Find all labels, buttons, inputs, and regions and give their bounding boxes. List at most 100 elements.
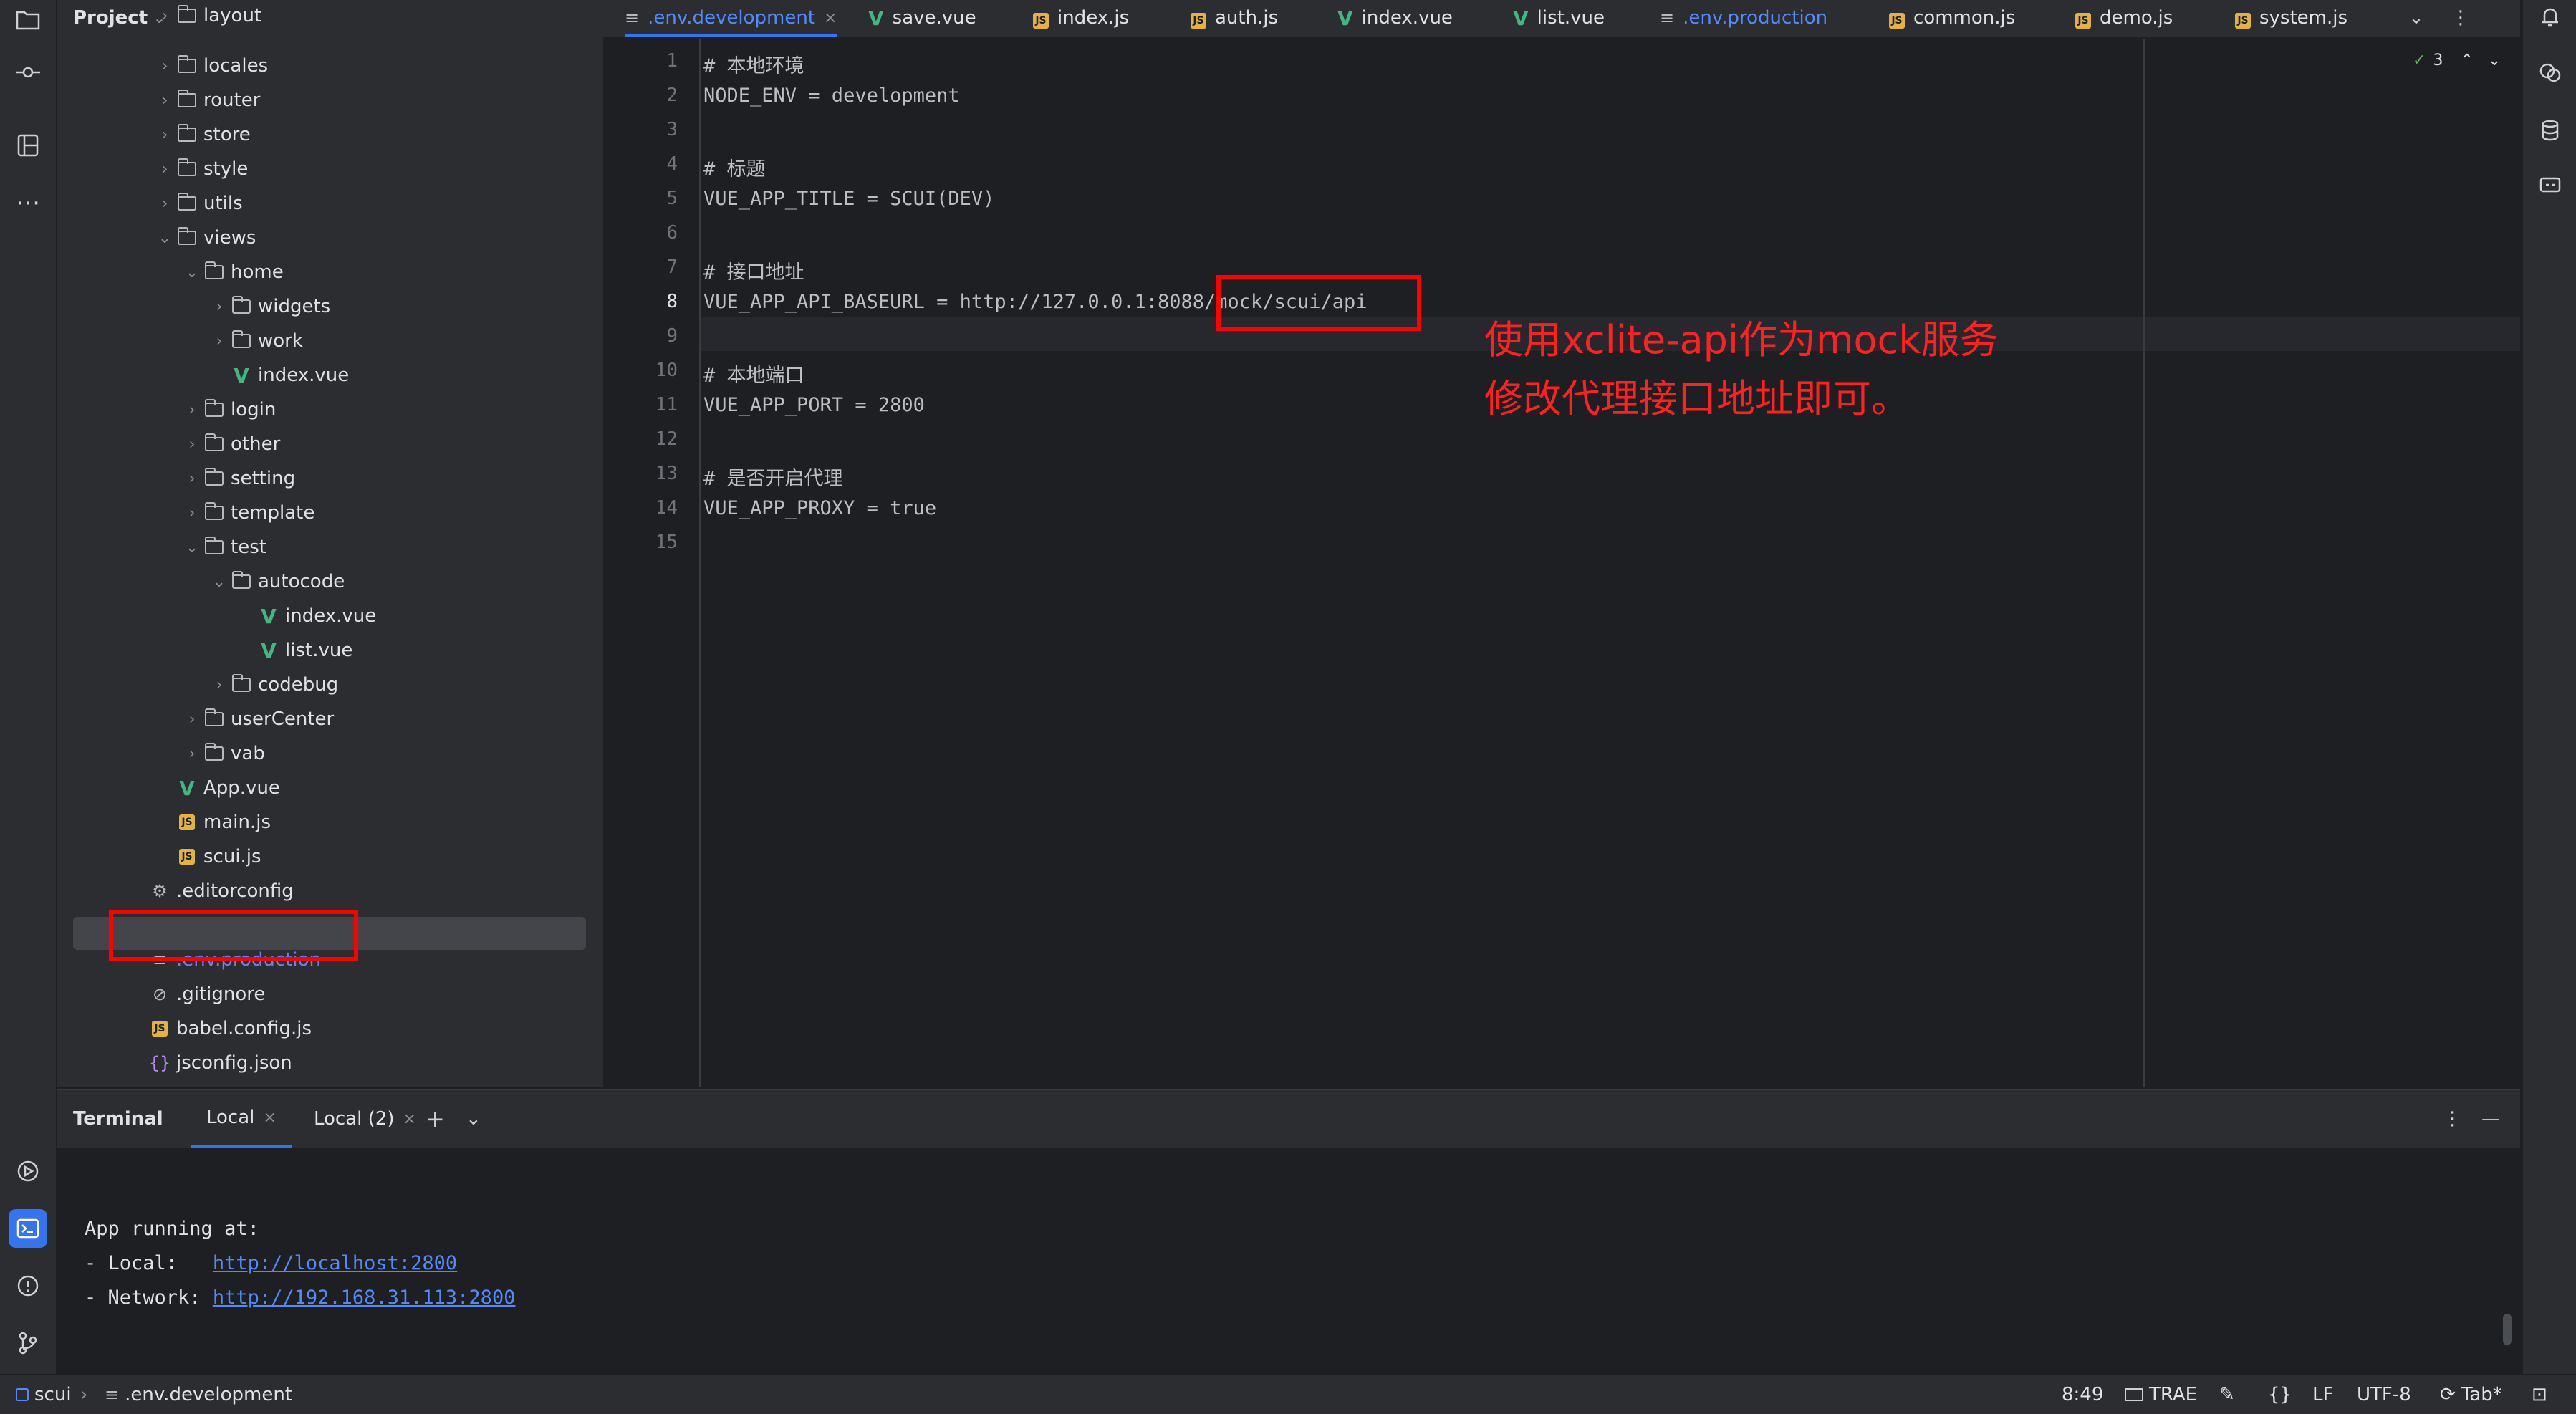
chevron-icon[interactable]: ⌄	[182, 539, 202, 557]
more-tools-icon[interactable]: ⋯	[9, 183, 47, 222]
tree-folder[interactable]: › codebug	[209, 668, 338, 702]
tree-folder[interactable]: › locales	[155, 49, 268, 83]
chevron-icon[interactable]: ⌄	[209, 573, 229, 591]
tree-folder[interactable]: › vab	[182, 736, 265, 771]
tab-list-vue[interactable]: Vlist.vue	[1513, 0, 1605, 36]
caret-position[interactable]: 8:49	[2062, 1375, 2103, 1414]
tree-file[interactable]: ⚙ .editorconfig	[128, 874, 294, 908]
terminal-icon[interactable]	[9, 1209, 47, 1248]
tree-folder[interactable]: › login	[182, 393, 276, 427]
tree-file[interactable]: Vindex.vue	[209, 358, 349, 393]
tree-folder[interactable]: ⌄ test	[182, 530, 266, 564]
terminal-local-link[interactable]: http://localhost:2800	[213, 1252, 457, 1274]
chevron-down-icon[interactable]: ⌄	[2488, 52, 2501, 69]
lock-icon[interactable]: ⊡	[2532, 1375, 2547, 1414]
status-trae[interactable]: TRAE	[2125, 1375, 2197, 1414]
git-branch-icon[interactable]	[9, 1324, 47, 1362]
code-editor[interactable]: # 本地环境 NODE_ENV = development # 标题 VUE_APP_…	[701, 39, 2520, 1087]
tab-demo-js[interactable]: JS demo.js	[2075, 0, 2173, 36]
tab-menu-icon[interactable]: ⋮	[2451, 0, 2470, 36]
structure-icon[interactable]	[9, 126, 47, 165]
chevron-icon[interactable]: ›	[155, 92, 175, 110]
terminal-tab-2[interactable]: Local (2) ×	[298, 1090, 432, 1148]
tree-folder[interactable]: › other	[182, 427, 280, 461]
tree-file[interactable]: JS main.js	[155, 805, 271, 840]
inspection-widget[interactable]: ✓ 3 ⌃ ⌄	[2413, 52, 2501, 69]
tree-file[interactable]: ⊘ .gitignore	[128, 977, 265, 1011]
chevron-icon[interactable]: ›	[209, 676, 229, 694]
tab-save-vue[interactable]: Vsave.vue	[868, 0, 976, 36]
chevron-icon[interactable]: ›	[155, 195, 175, 213]
chevron-icon[interactable]: ›	[182, 436, 202, 453]
tree-folder[interactable]: ⌄ autocode	[209, 564, 345, 599]
close-icon[interactable]: ×	[263, 1109, 276, 1127]
tree-file[interactable]: JS babel.config.js	[128, 1011, 312, 1046]
chevron-icon[interactable]: ›	[155, 126, 175, 144]
tree-folder[interactable]: › style	[155, 152, 248, 186]
tree-file[interactable]: Vlist.vue	[236, 633, 352, 668]
commit-icon[interactable]	[9, 53, 47, 92]
tree-folder[interactable]: › router	[155, 83, 260, 117]
chevron-icon[interactable]: ›	[182, 711, 202, 728]
terminal-tab-1[interactable]: Local ×	[191, 1090, 292, 1148]
terminal-scrollbar[interactable]	[2503, 1314, 2512, 1345]
tree-file[interactable]: JS scui.js	[155, 840, 261, 874]
chevron-icon[interactable]: ›	[182, 470, 202, 488]
new-terminal-plus-icon[interactable]: +	[426, 1090, 445, 1148]
status-breadcrumb-file[interactable]: ≡ .env.development	[105, 1375, 292, 1414]
tree-folder[interactable]: › setting	[182, 461, 295, 496]
terminal-options-icon[interactable]: ⋮	[2443, 1090, 2461, 1148]
tab-index-vue[interactable]: Vindex.vue	[1337, 0, 1453, 36]
terminal-dropdown-chevron-icon[interactable]: ⌄	[466, 1090, 481, 1148]
status-indent[interactable]: ⟳ Tab*	[2440, 1375, 2502, 1414]
line-number: 2	[666, 85, 678, 106]
chevron-icon[interactable]: ›	[209, 332, 229, 350]
tab-env-development[interactable]: ≡ .env.development ×	[625, 0, 837, 37]
terminal-network-link[interactable]: http://192.168.31.113:2800	[213, 1286, 516, 1309]
tree-folder[interactable]: › template	[182, 496, 314, 530]
chevron-up-icon[interactable]: ⌃	[2460, 52, 2473, 69]
problems-icon[interactable]	[9, 1266, 47, 1305]
tree-folder[interactable]: › userCenter	[182, 702, 334, 736]
chevron-icon[interactable]: ›	[209, 298, 229, 316]
chevron-icon[interactable]: ⌄	[182, 264, 202, 282]
tree-folder[interactable]: › store	[155, 117, 251, 152]
terminal-panel[interactable]: Terminal Local × Local (2) × + ⌄ ⋮ — App ru…	[57, 1089, 2520, 1374]
run-icon[interactable]	[9, 1152, 47, 1191]
chevron-icon[interactable]: ›	[182, 745, 202, 763]
tree-file[interactable]: V App.vue	[155, 771, 280, 805]
minimize-icon[interactable]: —	[2481, 1090, 2500, 1148]
file-encoding[interactable]: UTF-8	[2357, 1375, 2411, 1414]
tree-folder[interactable]: › widgets	[209, 289, 330, 324]
tab-overflow-chevron-icon[interactable]: ⌄	[2408, 0, 2424, 36]
braces-icon[interactable]: {}	[2268, 1375, 2292, 1414]
tab-index-js[interactable]: JS index.js	[1033, 0, 1129, 36]
tree-folder[interactable]: › utils	[155, 186, 243, 221]
tab-auth-js[interactable]: JS auth.js	[1191, 0, 1278, 36]
chevron-icon[interactable]: ›	[155, 7, 175, 25]
close-icon[interactable]: ×	[403, 1110, 415, 1128]
line-separator[interactable]: LF	[2312, 1375, 2333, 1414]
tree-folder[interactable]: ⌄ home	[182, 255, 284, 289]
chevron-icon[interactable]: ›	[182, 504, 202, 522]
chevron-icon[interactable]: ⌄	[155, 229, 175, 247]
readonly-pen-icon[interactable]: ✎	[2219, 1375, 2235, 1414]
tree-folder[interactable]: ⌄ views	[155, 221, 256, 255]
status-project[interactable]: scui	[16, 1375, 72, 1414]
tree-folder[interactable]: › work	[209, 324, 303, 358]
chevron-icon[interactable]: ›	[155, 57, 175, 75]
ai-chat-icon[interactable]	[2533, 56, 2567, 90]
chevron-icon[interactable]: ›	[182, 401, 202, 419]
tab-system-js[interactable]: JS system.js	[2235, 0, 2347, 36]
tree-file[interactable]: {} jsconfig.json	[128, 1046, 292, 1080]
tab-common-js[interactable]: JS common.js	[1889, 0, 2015, 36]
notifications-bell-icon[interactable]	[2533, 0, 2567, 34]
close-icon[interactable]: ×	[824, 9, 837, 27]
project-folder-icon[interactable]	[9, 0, 47, 39]
chevron-icon[interactable]: ›	[155, 160, 175, 178]
tab-env-production[interactable]: ≡ .env.production	[1660, 0, 1827, 36]
tree-file[interactable]: Vindex.vue	[236, 599, 376, 633]
ai-assistant-icon[interactable]	[2533, 169, 2567, 203]
database-icon[interactable]	[2533, 113, 2567, 148]
tree-folder[interactable]: › layout	[155, 0, 261, 33]
